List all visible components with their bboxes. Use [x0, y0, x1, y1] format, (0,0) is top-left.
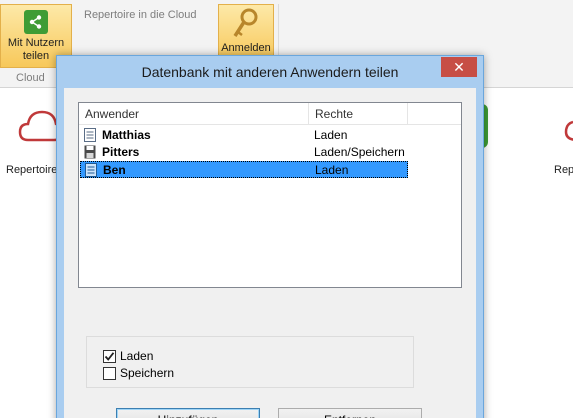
list-row-pitters[interactable]: Pitters Laden/Speichern	[80, 144, 408, 161]
dialog-title: Datenbank mit anderen Anwendern teilen	[141, 64, 399, 80]
column-divider[interactable]	[407, 103, 408, 125]
repertoire-tile-label: Repertoire	[6, 164, 58, 176]
listview-header: Anwender Rechte	[79, 103, 461, 125]
user-name: Ben	[103, 163, 126, 177]
login-button-label: Anmelden	[221, 42, 271, 54]
checkbox-unchecked[interactable]	[103, 366, 116, 380]
list-row-matthias[interactable]: Matthias Laden	[80, 127, 408, 144]
checkmark-icon	[104, 351, 115, 361]
app-window: k Mit Nutzern teilen Repertoire in die C…	[0, 0, 573, 418]
checkbox-speichern[interactable]: Speichern	[103, 366, 174, 380]
checkbox-laden[interactable]: Laden	[103, 349, 153, 363]
user-rights: Laden	[314, 128, 348, 142]
dialog-frame-right	[476, 88, 483, 418]
dialog-body: Anwender Rechte Matthias Laden Pitters L…	[64, 88, 476, 418]
cloud-icon-right	[564, 120, 573, 141]
user-name: Matthias	[102, 128, 151, 142]
document-icon	[84, 128, 96, 142]
rights-groupbox: Laden Speichern	[86, 336, 414, 388]
key-icon	[233, 8, 258, 37]
user-rights: Laden/Speichern	[314, 145, 405, 159]
close-icon: ✕	[453, 59, 465, 75]
login-button[interactable]: Anmelden	[218, 4, 274, 62]
add-button[interactable]: Hinzufügen	[116, 408, 260, 418]
dialog-frame-left	[57, 88, 64, 418]
remove-button[interactable]: Entfernen	[278, 408, 422, 418]
column-divider[interactable]	[308, 103, 309, 125]
document-icon	[85, 163, 97, 177]
close-button[interactable]: ✕	[441, 57, 477, 77]
right-tile-label: Rep	[554, 164, 573, 176]
user-name: Pitters	[102, 145, 140, 159]
repertoire-cloud-label: Repertoire in die Cloud	[84, 9, 197, 21]
cloud-group-label: Cloud	[16, 72, 45, 84]
share-icon	[24, 10, 48, 34]
column-header-rights[interactable]: Rechte	[315, 107, 353, 121]
checkbox-checked[interactable]	[103, 349, 116, 363]
column-header-user[interactable]: Anwender	[85, 107, 139, 121]
floppy-disk-icon	[84, 145, 96, 159]
checkbox-label: Laden	[120, 349, 154, 363]
user-rights: Laden	[315, 163, 349, 177]
users-listview[interactable]: Anwender Rechte Matthias Laden Pitters L…	[78, 102, 462, 288]
list-row-ben-selected[interactable]: Ben Laden	[80, 161, 408, 178]
checkbox-label: Speichern	[120, 366, 175, 380]
share-database-dialog: Datenbank mit anderen Anwendern teilen ✕…	[56, 55, 484, 418]
